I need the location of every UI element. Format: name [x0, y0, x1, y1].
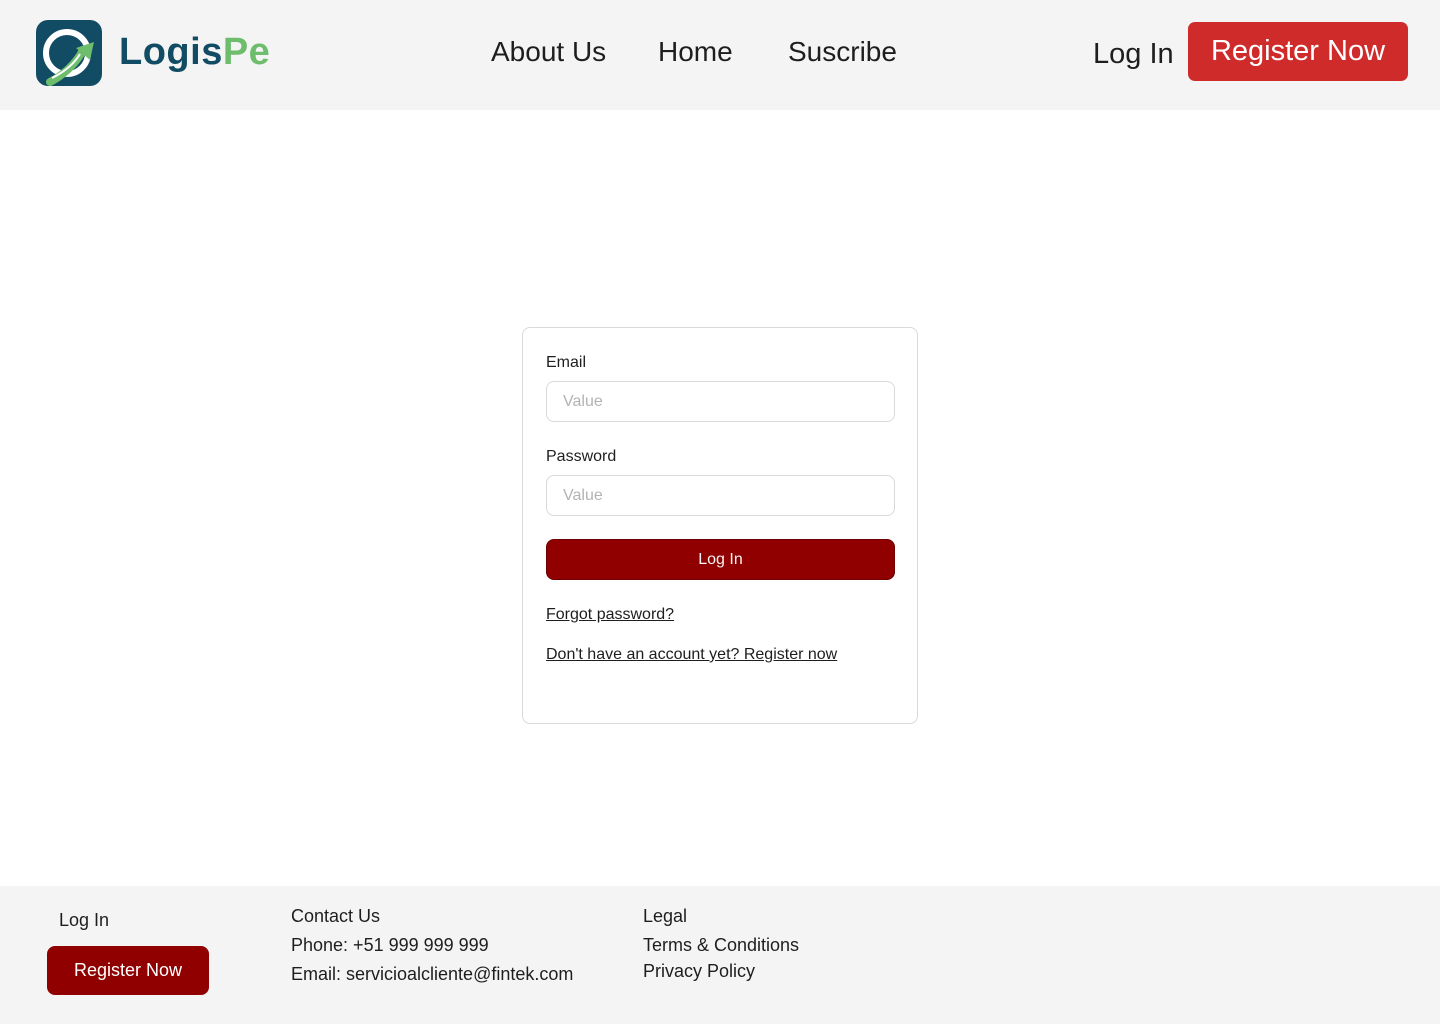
email-label: Email [546, 354, 587, 371]
password-input[interactable] [546, 475, 895, 516]
logo-arrow-icon[interactable] [36, 20, 102, 86]
register-link[interactable]: Don't have an account yet? Register now [546, 644, 837, 666]
header-login-link[interactable]: Log In [1093, 36, 1174, 72]
site-footer: Log In Register Now Contact Us Phone: +5… [0, 886, 1440, 1024]
nav-home[interactable]: Home [658, 34, 733, 70]
footer-phone: Phone: +51 999 999 999 [291, 935, 489, 955]
footer-register-button[interactable]: Register Now [47, 946, 209, 995]
header-register-button[interactable]: Register Now [1188, 22, 1408, 81]
footer-email: Email: servicioalcliente@fintek.com [291, 964, 574, 984]
login-submit-button[interactable]: Log In [546, 539, 895, 580]
footer-terms-link[interactable]: Terms & Conditions [643, 933, 799, 957]
site-header: LogisPe About Us Home Suscribe Log In Re… [0, 0, 1440, 110]
password-label: Password [546, 448, 617, 465]
footer-login-link[interactable]: Log In [59, 908, 109, 932]
footer-contact-heading: Contact Us [291, 906, 381, 926]
email-input[interactable] [546, 381, 895, 422]
brand-name-part1: Logis [119, 31, 223, 73]
nav-suscribe[interactable]: Suscribe [788, 34, 897, 70]
forgot-password-link[interactable]: Forgot password? [546, 604, 674, 626]
login-card: Email Password Log In Forgot password? D… [522, 327, 918, 724]
brand-logo-text[interactable]: LogisPe [119, 30, 270, 74]
brand-name-part2: Pe [222, 31, 271, 73]
nav-about-us[interactable]: About Us [491, 34, 606, 70]
footer-legal-heading: Legal [643, 906, 688, 926]
footer-privacy-link[interactable]: Privacy Policy [643, 959, 755, 983]
